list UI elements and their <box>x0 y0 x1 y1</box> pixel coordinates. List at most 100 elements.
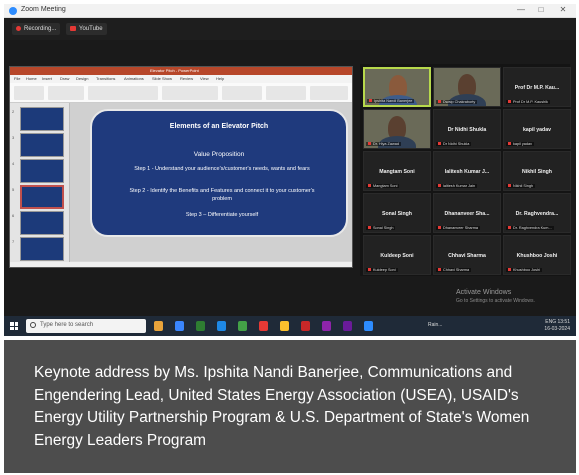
slide-step-1: Step 1 - Understand your audience's/cust… <box>134 166 310 172</box>
slide-title: Elements of an Elevator Pitch <box>169 123 269 130</box>
participant-tile[interactable]: Dr Nidhi Shukla Dr Nidhi Shukla <box>433 109 501 149</box>
taskbar-app-icon[interactable] <box>343 321 352 331</box>
thumb-number: 4 <box>12 161 15 166</box>
participant-label-text: lalitesh Kumar Jain <box>443 184 476 188</box>
ribbon-clipboard-group[interactable] <box>14 86 44 100</box>
slide-step-3: Step 3 – Differentiate yourself <box>185 212 259 218</box>
participant-tile[interactable]: Mangtam Soni Mangtam Soni <box>363 151 431 191</box>
ribbon-drawing-group[interactable] <box>222 86 262 100</box>
participant-label-text: Dr. Raghvendra Kum... <box>513 226 552 230</box>
participant-tile[interactable]: Khushboo Joshi Khushboo Joshi <box>503 235 571 275</box>
slide-thumbnail[interactable] <box>20 211 64 235</box>
taskbar-app-icon[interactable] <box>238 321 247 331</box>
participant-tile[interactable]: Dr. Raghvendra... Dr. Raghvendra Kum... <box>503 193 571 233</box>
participant-video-tile[interactable]: Dr. Hiya Zawad <box>363 109 431 149</box>
taskbar-app-icon[interactable] <box>196 321 205 331</box>
taskbar-app-icon[interactable] <box>259 321 268 331</box>
ppt-menu-review[interactable]: Review <box>180 76 193 81</box>
participant-label: Dwaip Chakraborty <box>436 100 478 104</box>
photo-frame: Zoom Meeting — □ ✕ Recording... YouTube … <box>0 0 579 475</box>
slide-thumbnail[interactable] <box>20 107 64 131</box>
mic-muted-icon <box>438 184 441 187</box>
taskbar-app-icon[interactable] <box>280 321 289 331</box>
participant-tile[interactable]: kapil yadav kapil yadav <box>503 109 571 149</box>
maximize-button[interactable]: □ <box>534 5 548 14</box>
taskbar-search-box[interactable]: Type here to search <box>26 319 146 333</box>
ppt-titlebar: Elevator Pitch - PowerPoint <box>10 67 352 75</box>
mic-muted-icon <box>438 268 441 271</box>
ppt-menu-slideshow[interactable]: Slide Show <box>152 76 172 81</box>
mic-muted-icon <box>438 226 441 229</box>
participant-name: Kuldeep Soni <box>380 253 414 259</box>
taskbar-app-icon[interactable] <box>322 321 331 331</box>
mic-muted-icon <box>368 268 371 271</box>
participant-name: Mangtam Soni <box>379 169 415 175</box>
zoom-meeting-window: Zoom Meeting — □ ✕ Recording... YouTube … <box>4 4 576 336</box>
mic-muted-icon <box>368 142 371 145</box>
participant-tile[interactable]: Dhananveer Sha... Dhananveer Sharma <box>433 193 501 233</box>
participant-name: Sonal Singh <box>382 211 412 217</box>
thumb-number: 2 <box>12 109 15 114</box>
ppt-status-bar <box>10 262 352 267</box>
ppt-menu-home[interactable]: Home <box>26 76 37 81</box>
participant-label: Kuldeep Soni <box>366 268 398 272</box>
participant-label: Khushboo Joshi <box>506 268 543 272</box>
close-button[interactable]: ✕ <box>556 5 570 14</box>
ribbon-editing-group[interactable] <box>266 86 306 100</box>
ppt-menu-view[interactable]: View <box>200 76 209 81</box>
participant-tile[interactable]: Nikhil Singh Nikhil Singh <box>503 151 571 191</box>
recording-indicator[interactable]: Recording... <box>12 23 61 35</box>
participant-name: Dhananveer Sha... <box>444 211 490 217</box>
ppt-menu-transitions[interactable]: Transitions <box>96 76 115 81</box>
participant-label: Dr. Hiya Zawad <box>366 142 401 146</box>
participant-tile[interactable]: Prof Dr M.P. Kau... Prof Dr M.P. Kaushik <box>503 67 571 107</box>
ribbon-paragraph-group[interactable] <box>162 86 218 100</box>
window-titlebar: Zoom Meeting — □ ✕ <box>4 4 576 18</box>
mic-muted-icon <box>369 99 372 102</box>
taskbar-app-icon[interactable] <box>154 321 163 331</box>
slide-thumbnail[interactable] <box>20 159 64 183</box>
ppt-menu-draw[interactable]: Draw <box>60 76 69 81</box>
participant-tile[interactable]: Kuldeep Soni Kuldeep Soni <box>363 235 431 275</box>
participant-label: Mangtam Soni <box>366 184 400 188</box>
ribbon-slides-group[interactable] <box>48 86 84 100</box>
ppt-menu-design[interactable]: Design <box>76 76 88 81</box>
participant-video-tile[interactable]: Ipshita Nandi Banerjee <box>363 67 431 107</box>
windows-start-icon[interactable] <box>10 322 18 330</box>
taskbar-app-icon[interactable] <box>175 321 184 331</box>
tray-date: 16-03-2024 <box>544 326 570 332</box>
thumb-number: 5 <box>12 187 15 192</box>
youtube-live-indicator[interactable]: YouTube <box>66 23 107 35</box>
caption-text: Keynote address by Ms. Ipshita Nandi Ban… <box>34 364 530 449</box>
ppt-menu-animations[interactable]: Animations <box>124 76 144 81</box>
participant-name: Nikhil Singh <box>522 169 552 175</box>
slide-thumbnail[interactable] <box>20 237 64 261</box>
participant-label: Nikhil Singh <box>506 184 536 188</box>
record-icon <box>16 25 21 31</box>
ribbon-font-group[interactable] <box>88 86 158 100</box>
participant-tile[interactable]: lalitesh Kumar J... lalitesh Kumar Jain <box>433 151 501 191</box>
participant-name: Dr Nidhi Shukla <box>447 127 487 133</box>
participant-tile[interactable]: Chhavi Sharma Chhavi Sharma <box>433 235 501 275</box>
participant-label: Prof Dr M.P. Kaushik <box>506 100 550 104</box>
system-tray-clock[interactable]: ENG 13:51 16-03-2024 <box>544 319 570 333</box>
minimize-button[interactable]: — <box>514 5 528 14</box>
slide-thumbnail[interactable] <box>20 133 64 157</box>
slide-thumbnail-pane: 2 3 4 5 6 7 <box>10 103 70 265</box>
participant-video-tile[interactable]: Dwaip Chakraborty <box>433 67 501 107</box>
current-slide[interactable]: Elements of an Elevator Pitch Value Prop… <box>90 109 348 237</box>
taskbar-app-icon[interactable] <box>364 321 373 331</box>
participant-label: Dr Nidhi Shukla <box>436 142 472 146</box>
taskbar-app-icon[interactable] <box>217 321 226 331</box>
taskbar-app-icon[interactable] <box>301 321 310 331</box>
participant-label-text: Dr. Hiya Zawad <box>373 142 399 146</box>
ppt-menu-help[interactable]: Help <box>216 76 224 81</box>
participant-name: Dr. Raghvendra... <box>515 211 559 217</box>
participant-tile[interactable]: Sonal Singh Sonal Singh <box>363 193 431 233</box>
ppt-menu-insert[interactable]: Insert <box>42 76 52 81</box>
weather-tray[interactable]: Rain... <box>428 322 442 328</box>
ribbon-designer-group[interactable] <box>310 86 348 100</box>
ppt-menu-file[interactable]: File <box>14 76 20 81</box>
slide-thumbnail-selected[interactable] <box>20 185 64 209</box>
activate-windows-hint: Go to Settings to activate Windows. <box>456 298 535 304</box>
